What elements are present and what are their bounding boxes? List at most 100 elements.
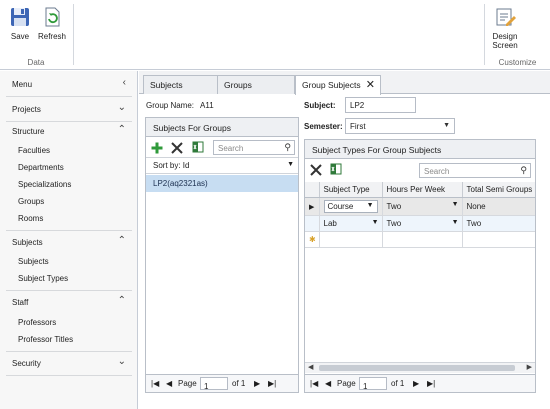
first-page-icon[interactable]: |◀: [151, 379, 159, 388]
next-page-icon[interactable]: ▶: [413, 379, 419, 388]
export-excel-icon[interactable]: [192, 141, 204, 153]
sidebar-section-security[interactable]: Security ⌄: [0, 352, 138, 374]
subjects-for-groups-panel: Subjects For Groups Search ⚲ Sort by: Id…: [145, 117, 299, 393]
page-label: Page: [337, 379, 356, 388]
semester-value: First: [350, 122, 366, 131]
panel-title: Subject Types For Group Subjects: [305, 140, 535, 159]
group-name-value: A11: [200, 101, 214, 110]
sidebar-item-subject-types[interactable]: Subject Types: [18, 274, 68, 283]
semester-dropdown[interactable]: First ▼: [345, 118, 455, 134]
chevron-left-icon[interactable]: ‹: [123, 77, 126, 88]
row-indicator: [305, 215, 320, 232]
scrollbar-thumb[interactable]: [319, 365, 515, 371]
sidebar-section-structure[interactable]: Structure ⌃: [0, 120, 138, 142]
new-row[interactable]: ✱: [305, 231, 535, 248]
delete-icon[interactable]: [171, 142, 183, 154]
delete-icon[interactable]: [310, 164, 322, 176]
sidebar-section-projects[interactable]: Projects ⌄: [0, 98, 138, 120]
table-row[interactable]: Lab ▼ Two ▼ Two: [305, 215, 535, 232]
subject-field[interactable]: LP2: [345, 97, 416, 113]
hours-per-week-cell[interactable]: Two ▼: [382, 197, 463, 216]
tab-groups[interactable]: Groups: [217, 75, 295, 94]
pager: |◀ ◀ Page 1 of 1 ▶ ▶|: [146, 374, 298, 392]
column-header-total-semi-groups[interactable]: Total Semi Groups: [462, 182, 535, 198]
row-indicator-icon: ▶: [305, 197, 320, 216]
new-row-icon: ✱: [305, 231, 320, 248]
design-label: Design: [492, 32, 518, 41]
next-page-icon[interactable]: ▶: [254, 379, 260, 388]
column-header-hours-per-week[interactable]: Hours Per Week: [382, 182, 463, 198]
prev-page-icon[interactable]: ◀: [325, 379, 331, 388]
scroll-right-icon[interactable]: ▶: [527, 363, 532, 371]
subject-type-cell[interactable]: Lab ▼: [319, 215, 383, 232]
sidebar-item-professors[interactable]: Professors: [18, 318, 56, 327]
first-page-icon[interactable]: |◀: [310, 379, 318, 388]
panel-toolbar: Search ⚲: [305, 160, 535, 180]
sidebar-item-faculties[interactable]: Faculties: [18, 146, 50, 155]
ribbon-group-customize: Design Screen Customize: [485, 0, 550, 70]
search-input[interactable]: Search ⚲: [419, 163, 531, 178]
hours-per-week-cell[interactable]: Two ▼: [382, 215, 463, 232]
save-icon: [9, 6, 31, 28]
dropdown-arrow-icon: ▼: [443, 122, 450, 129]
ribbon: Save Refresh Data Design Screen Customiz…: [0, 0, 550, 70]
refresh-icon: [41, 6, 63, 28]
search-input[interactable]: Search ⚲: [213, 140, 295, 155]
subject-type-dropdown[interactable]: Course ▼: [323, 200, 378, 213]
design-screen-button[interactable]: Design Screen: [487, 6, 523, 50]
dropdown-arrow-icon: ▼: [287, 161, 294, 168]
dropdown-arrow-icon: ▼: [451, 219, 459, 226]
subject-types-grid: Subject Type Hours Per Week Total Semi G…: [305, 182, 535, 248]
sidebar-menu-header[interactable]: Menu ‹: [0, 73, 138, 95]
sidebar-section-subjects[interactable]: Subjects ⌃: [0, 231, 138, 253]
save-button[interactable]: Save: [2, 6, 38, 41]
sidebar-item-groups[interactable]: Groups: [18, 197, 44, 206]
chevron-up-icon: ⌃: [117, 235, 126, 246]
dropdown-arrow-icon: ▼: [451, 201, 459, 208]
tab-group-subjects[interactable]: Group Subjects ✕: [295, 75, 381, 95]
page-number-input[interactable]: 1: [200, 377, 228, 391]
sidebar-item-specializations[interactable]: Specializations: [18, 180, 71, 189]
semester-label: Semester:: [304, 122, 343, 131]
page-number-input[interactable]: 1: [359, 377, 387, 391]
customize-group-label: Customize: [498, 58, 537, 67]
sidebar-item-rooms[interactable]: Rooms: [18, 214, 43, 223]
table-row[interactable]: ▶ Course ▼ Two ▼ None: [305, 197, 535, 216]
last-page-icon[interactable]: ▶|: [268, 379, 276, 388]
sidebar-item-departments[interactable]: Departments: [18, 163, 64, 172]
sidebar-item-professor-titles[interactable]: Professor Titles: [18, 335, 73, 344]
sidebar-item-subjects[interactable]: Subjects: [18, 257, 49, 266]
page-label: Page: [178, 379, 197, 388]
scroll-left-icon[interactable]: ◀: [308, 363, 313, 371]
chevron-down-icon: ⌄: [117, 356, 126, 367]
sort-dropdown[interactable]: Sort by: Id ▼: [146, 158, 298, 174]
horizontal-scrollbar[interactable]: ◀ ▶: [305, 362, 535, 373]
empty-cell[interactable]: [319, 231, 383, 248]
column-header-subject-type[interactable]: Subject Type: [319, 182, 383, 198]
search-icon[interactable]: ⚲: [284, 142, 291, 153]
empty-cell[interactable]: [382, 231, 463, 248]
tab-label: Groups: [224, 80, 252, 90]
export-excel-icon[interactable]: [330, 163, 342, 175]
divider: [6, 96, 132, 97]
tab-label: Subjects: [150, 80, 183, 90]
empty-cell[interactable]: [462, 231, 535, 248]
close-icon[interactable]: ✕: [366, 78, 375, 91]
total-semi-groups-cell[interactable]: None: [462, 197, 535, 216]
refresh-button[interactable]: Refresh: [34, 6, 70, 41]
ribbon-separator: [73, 4, 74, 65]
search-icon[interactable]: ⚲: [520, 165, 527, 176]
page-value: 1: [204, 382, 209, 391]
list-item[interactable]: LP2(aq2321as): [146, 175, 298, 192]
prev-page-icon[interactable]: ◀: [166, 379, 172, 388]
section-label: Staff: [12, 298, 29, 307]
total-semi-groups-cell[interactable]: Two: [462, 215, 535, 232]
cell-value: Two: [466, 219, 482, 228]
subject-type-cell[interactable]: Course ▼: [319, 197, 383, 216]
subject-types-panel: Subject Types For Group Subjects Search …: [304, 139, 536, 393]
tab-subjects[interactable]: Subjects: [143, 75, 219, 94]
sidebar-section-staff[interactable]: Staff ⌃: [0, 291, 138, 313]
add-icon[interactable]: [151, 142, 163, 154]
last-page-icon[interactable]: ▶|: [427, 379, 435, 388]
ribbon-group-data: Save Refresh Data: [0, 0, 72, 70]
